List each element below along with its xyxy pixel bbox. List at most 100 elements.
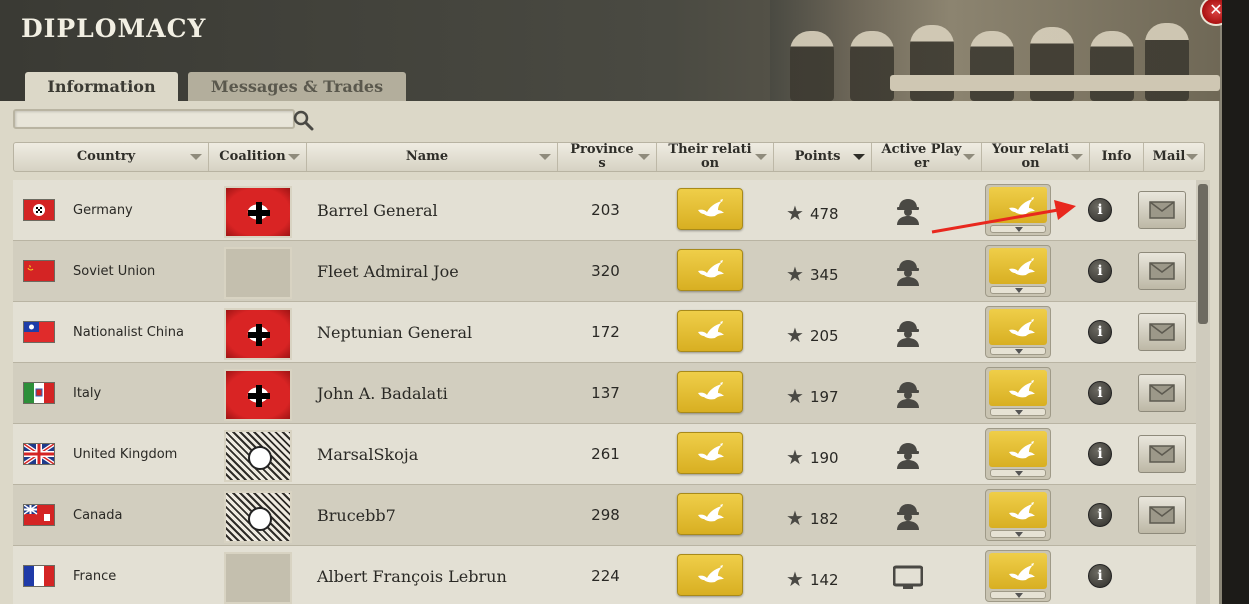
search-icon[interactable] [292,109,314,131]
their-relation-button[interactable] [677,493,743,535]
country-name: United Kingdom [73,447,178,462]
table-row[interactable]: Nationalist China Neptunian General 172 ★ 20… [13,302,1196,363]
star-icon: ★ [786,262,804,286]
dove-icon [698,382,724,400]
province-count: 320 [591,262,620,280]
mail-button[interactable] [1138,191,1186,229]
dove-icon [698,565,724,583]
info-icon[interactable]: i [1088,564,1112,588]
your-relation-dropdown[interactable] [985,367,1051,419]
flag-icon [23,382,55,404]
dove-icon [698,199,724,217]
info-icon[interactable]: i [1088,320,1112,344]
soldier-icon [897,260,919,286]
scrollbar-thumb[interactable] [1198,184,1208,324]
star-icon: ★ [786,506,804,530]
diplomacy-window: DIPLOMACY Information Messages & Trades … [0,0,1232,604]
mail-button[interactable] [1138,313,1186,351]
points-value: ★ 182 [786,506,839,530]
your-relation-dropdown[interactable] [985,489,1051,541]
soldier-icon [897,504,919,530]
player-name: Fleet Admiral Joe [317,262,459,281]
tab-messages-trades[interactable]: Messages & Trades [188,72,406,101]
coalition-image[interactable] [224,369,292,421]
coalition-image[interactable] [224,247,292,299]
tab-information[interactable]: Information [25,72,178,101]
points-value: ★ 345 [786,262,839,286]
province-count: 261 [591,445,620,463]
coalition-image[interactable] [224,430,292,482]
dove-icon [1009,258,1035,276]
mail-button[interactable] [1138,435,1186,473]
your-relation-dropdown[interactable] [985,550,1051,602]
table-row[interactable]: Canada Brucebb7 298 ★ 182 i [13,485,1196,546]
header-photo [770,0,1220,101]
scrollbar[interactable] [1196,180,1210,604]
their-relation-button[interactable] [677,554,743,596]
search-input[interactable] [13,109,295,129]
points-value: ★ 197 [786,384,839,408]
their-relation-button[interactable] [677,432,743,474]
chevron-down-icon [990,469,1046,477]
col-active-player[interactable]: Active Player [872,143,982,171]
mail-button[interactable] [1138,496,1186,534]
table-row[interactable]: Soviet Union Fleet Admiral Joe 320 ★ 345 i [13,241,1196,302]
their-relation-button[interactable] [677,249,743,291]
your-relation-dropdown[interactable] [985,184,1051,236]
info-icon[interactable]: i [1088,198,1112,222]
col-provinces[interactable]: Provinces [558,143,657,171]
player-name: Barrel General [317,201,438,220]
table-row[interactable]: United Kingdom MarsalSkoja 261 ★ 190 i [13,424,1196,485]
chevron-down-icon [990,591,1046,599]
province-count: 137 [591,384,620,402]
star-icon: ★ [786,384,804,408]
your-relation-dropdown[interactable] [985,306,1051,358]
dove-icon [1009,380,1035,398]
col-your-relation[interactable]: Your relation [982,143,1090,171]
mail-button[interactable] [1138,374,1186,412]
sort-arrow-icon [638,154,650,160]
province-count: 172 [591,323,620,341]
table-header: Country Coalition Name Provinces Their r… [13,142,1205,172]
mail-button[interactable] [1138,252,1186,290]
sort-arrow-icon [190,154,202,160]
dove-icon [698,260,724,278]
soldier-icon [897,382,919,408]
flag-icon [23,565,55,587]
coalition-image[interactable] [224,552,292,604]
your-relation-dropdown[interactable] [985,428,1051,480]
table-row[interactable]: Germany Barrel General 203 ★ 478 i [13,180,1196,241]
their-relation-button[interactable] [677,310,743,352]
envelope-icon [1149,445,1175,463]
envelope-icon [1149,384,1175,402]
coalition-image[interactable] [224,186,292,238]
flag-icon [23,199,55,221]
envelope-icon [1149,323,1175,341]
dove-icon [1009,197,1035,215]
soldier-icon [897,321,919,347]
envelope-icon [1149,506,1175,524]
info-icon[interactable]: i [1088,259,1112,283]
col-coalition[interactable]: Coalition [209,143,307,171]
dove-icon [1009,319,1035,337]
window-title: DIPLOMACY [21,14,207,43]
col-points[interactable]: Points [774,143,872,171]
info-icon[interactable]: i [1088,381,1112,405]
their-relation-button[interactable] [677,188,743,230]
col-their-relation[interactable]: Their relation [657,143,774,171]
info-icon[interactable]: i [1088,442,1112,466]
their-relation-button[interactable] [677,371,743,413]
col-country[interactable]: Country [14,143,209,171]
coalition-image[interactable] [224,491,292,543]
coalition-image[interactable] [224,308,292,360]
province-count: 224 [591,567,620,585]
your-relation-dropdown[interactable] [985,245,1051,297]
table-row[interactable]: France Albert François Lebrun 224 ★ 142 i [13,546,1196,604]
flag-icon [23,321,55,343]
country-name: Canada [73,508,123,523]
col-name[interactable]: Name [307,143,558,171]
dove-icon [1009,502,1035,520]
table-row[interactable]: Italy John A. Badalati 137 ★ 197 i [13,363,1196,424]
points-value: ★ 478 [786,201,839,225]
info-icon[interactable]: i [1088,503,1112,527]
